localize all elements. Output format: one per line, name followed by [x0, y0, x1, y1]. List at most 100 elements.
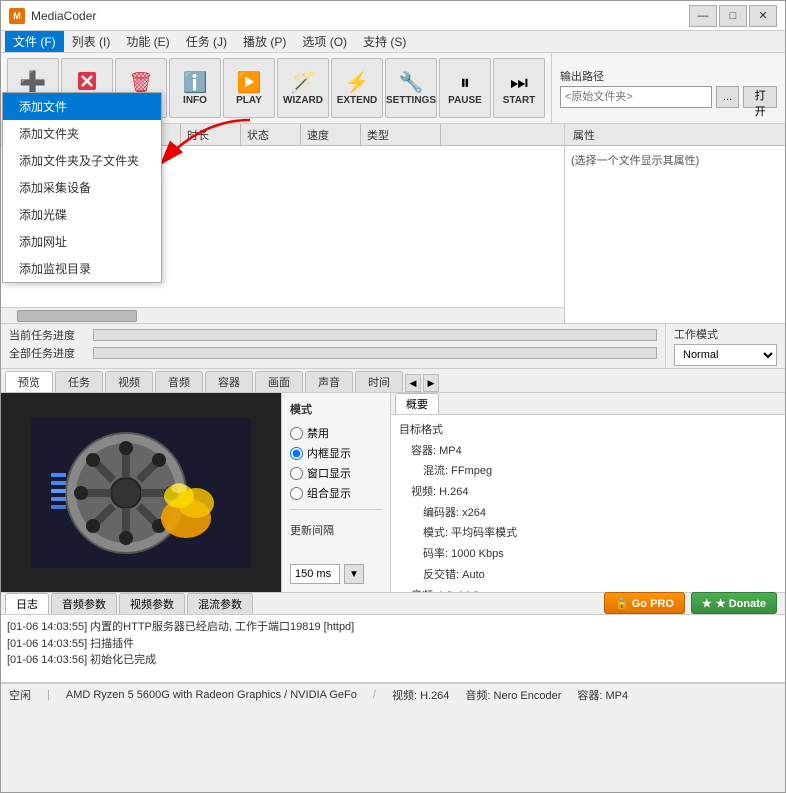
radio-internal-input[interactable]	[290, 447, 303, 460]
summary-panel: 概要 目标格式 容器: MP4 混流: FFmpeg 视频: H.264 编码器…	[391, 393, 785, 592]
properties-placeholder: (选择一个文件显示其属性)	[571, 155, 699, 167]
toolbar-pause-button[interactable]: ⏸ PAUSE	[439, 58, 491, 118]
dropdown-item-add-folder[interactable]: 添加文件夹	[3, 120, 161, 147]
play-icon: ▶️	[237, 73, 262, 93]
controls-title: 模式	[290, 401, 382, 417]
play-label: PLAY	[236, 95, 262, 106]
menu-bar: 文件 (F) 列表 (I) 功能 (E) 任务 (J) 播放 (P) 选项 (O…	[1, 31, 785, 53]
radio-combined[interactable]: 组合显示	[290, 485, 382, 501]
properties-header: 属性	[565, 124, 785, 146]
toolbar-settings-button[interactable]: 🔧 SETTINGS	[385, 58, 437, 118]
col-header-status: 状态	[241, 124, 301, 145]
controls-panel: 模式 禁用 内框显示 窗口显示 组合显示 更新间隔 ▼	[281, 393, 391, 592]
dropdown-item-add-url[interactable]: 添加网址	[3, 228, 161, 255]
dropdown-item-add-watch[interactable]: 添加监视目录	[3, 255, 161, 282]
log-area: 日志 音频参数 视频参数 混流参数 🔒 Go PRO ★ ★ Donate [0…	[1, 593, 785, 683]
dropdown-item-add-disc[interactable]: 添加光碟	[3, 201, 161, 228]
extend-icon: ⚡	[345, 73, 370, 93]
controls-divider	[290, 509, 382, 510]
tab-sound[interactable]: 声音	[305, 371, 353, 392]
main-tab-bar: 预览 任务 视频 音频 容器 画面 声音 时间 ◀ ▶	[1, 369, 785, 393]
output-path-row: ... 打开	[560, 86, 777, 108]
toolbar-play-button[interactable]: ▶️ PLAY	[223, 58, 275, 118]
menu-help[interactable]: 支持 (S)	[355, 31, 414, 52]
dropdown-item-add-folder-sub[interactable]: 添加文件夹及子文件夹	[3, 147, 161, 174]
wizard-label: WIZARD	[283, 95, 323, 106]
log-tab-log[interactable]: 日志	[5, 593, 49, 614]
extend-label: EXTEND	[337, 95, 378, 106]
work-mode-select[interactable]: Normal Batch Auto	[674, 344, 777, 366]
window-title: MediaCoder	[31, 9, 689, 23]
radio-window-input[interactable]	[290, 467, 303, 480]
tab-tasks[interactable]: 任务	[55, 371, 103, 392]
status-video: 视频: H.264	[392, 687, 449, 703]
status-audio: 音频: Nero Encoder	[465, 687, 561, 703]
go-pro-button[interactable]: 🔒 Go PRO	[604, 592, 685, 614]
log-tab-bar: 日志 音频参数 视频参数 混流参数 🔒 Go PRO ★ ★ Donate	[1, 593, 785, 615]
pause-icon: ⏸	[460, 73, 470, 93]
radio-combined-label: 组合显示	[307, 485, 351, 501]
toolbar-start-button[interactable]: ⏭ START	[493, 58, 545, 118]
progress-section: 当前任务进度 全部任务进度	[1, 324, 665, 368]
menu-func[interactable]: 功能 (E)	[118, 31, 177, 52]
title-bar-controls: — □ ✕	[689, 5, 777, 27]
log-tab-audio[interactable]: 音频参数	[51, 593, 117, 614]
toolbar-extend-button[interactable]: ⚡ EXTEND	[331, 58, 383, 118]
toolbar-wizard-button[interactable]: 🪄 WIZARD	[277, 58, 329, 118]
interval-row: ▼	[290, 564, 382, 584]
summary-line-5: 码率: 1000 Kbps	[399, 545, 777, 564]
total-progress-bar-container	[93, 347, 657, 359]
tab-next-btn[interactable]: ▶	[423, 374, 439, 392]
col-header-speed: 速度	[301, 124, 361, 145]
output-browse-button[interactable]: ...	[716, 86, 739, 108]
tab-prev-btn[interactable]: ◀	[405, 374, 421, 392]
radio-combined-input[interactable]	[290, 487, 303, 500]
radio-window[interactable]: 窗口显示	[290, 465, 382, 481]
log-line-2: [01-06 14:03:56] 初始化已完成	[7, 652, 779, 669]
tab-container[interactable]: 容器	[205, 371, 253, 392]
menu-opts[interactable]: 选项 (O)	[294, 31, 355, 52]
total-progress-row: 全部任务进度	[9, 344, 657, 362]
menu-play[interactable]: 播放 (P)	[235, 31, 294, 52]
tab-time[interactable]: 时间	[355, 371, 403, 392]
output-path-input[interactable]	[560, 86, 712, 108]
radio-internal-label: 内框显示	[307, 445, 351, 461]
summary-format-title: 目标格式	[399, 421, 777, 440]
tab-video[interactable]: 视频	[105, 371, 153, 392]
dropdown-item-add-capture[interactable]: 添加采集设备	[3, 174, 161, 201]
radio-disabled-input[interactable]	[290, 427, 303, 440]
interval-dropdown-btn[interactable]: ▼	[344, 564, 364, 584]
current-progress-label: 当前任务进度	[9, 327, 89, 343]
dropdown-item-add-file[interactable]: 添加文件	[3, 93, 161, 120]
work-mode-area: 工作模式 Normal Batch Auto	[665, 324, 785, 368]
minimize-button[interactable]: —	[689, 5, 717, 27]
radio-disabled[interactable]: 禁用	[290, 425, 382, 441]
lower-area: 模式 禁用 内框显示 窗口显示 组合显示 更新间隔 ▼	[1, 393, 785, 593]
menu-file[interactable]: 文件 (F)	[5, 31, 64, 52]
status-bar: 空闲 | AMD Ryzen 5 5600G with Radeon Graph…	[1, 683, 785, 705]
status-state: 空闲	[9, 687, 31, 703]
col-header-type: 类型	[361, 124, 441, 145]
log-tab-mux[interactable]: 混流参数	[187, 593, 253, 614]
log-tab-video[interactable]: 视频参数	[119, 593, 185, 614]
summary-tab-overview[interactable]: 概要	[395, 393, 439, 414]
tab-picture[interactable]: 画面	[255, 371, 303, 392]
wizard-icon: 🪄	[291, 73, 316, 93]
file-list-hscroll[interactable]	[1, 307, 564, 323]
menu-task[interactable]: 任务 (J)	[178, 31, 235, 52]
log-actions: 🔒 Go PRO ★ ★ Donate	[604, 592, 781, 614]
status-container: 容器: MP4	[577, 687, 628, 703]
radio-internal[interactable]: 内框显示	[290, 445, 382, 461]
close-button[interactable]: ✕	[749, 5, 777, 27]
donate-button[interactable]: ★ ★ Donate	[691, 592, 777, 614]
tab-audio[interactable]: 音频	[155, 371, 203, 392]
tab-preview[interactable]: 预览	[5, 371, 53, 392]
output-open-button[interactable]: 打开	[743, 86, 777, 108]
maximize-button[interactable]: □	[719, 5, 747, 27]
interval-input[interactable]	[290, 564, 340, 584]
toolbar-info-button[interactable]: ℹ️ INFO	[169, 58, 221, 118]
summary-line-0: 容器: MP4	[399, 442, 777, 461]
main-window: M MediaCoder — □ ✕ 文件 (F) 列表 (I) 功能 (E) …	[0, 0, 786, 793]
menu-list[interactable]: 列表 (I)	[64, 31, 119, 52]
info-label: INFO	[183, 95, 207, 106]
